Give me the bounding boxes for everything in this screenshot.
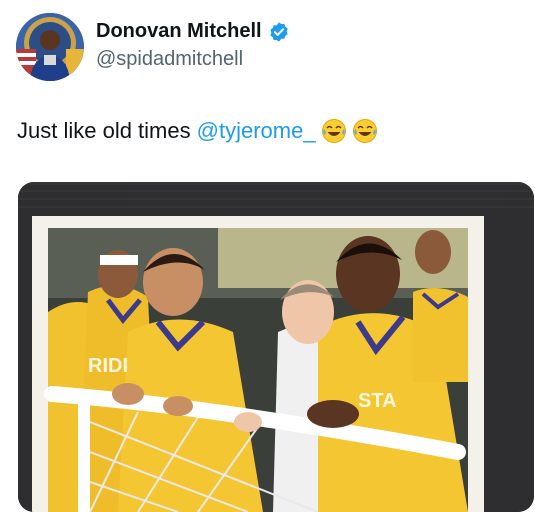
mention-link[interactable]: @tyjerome_: [197, 118, 316, 144]
tweet-card: Donovan Mitchell @spidadmitchell Just li…: [0, 0, 535, 512]
author-name-row: Donovan Mitchell: [96, 20, 290, 43]
author-display-name[interactable]: Donovan Mitchell: [96, 20, 262, 43]
avatar-image: [16, 13, 84, 81]
jersey-lettering: STA: [358, 390, 397, 412]
author-avatar[interactable]: [16, 13, 84, 81]
face-with-tears-of-joy-icon: [352, 118, 378, 144]
photo-image: RIDI STA: [18, 182, 534, 512]
tweet-photo[interactable]: RIDI STA: [18, 182, 534, 512]
face-with-tears-of-joy-icon: [321, 118, 347, 144]
tweet-text: Just like old times: [17, 118, 191, 143]
jersey-lettering: RIDI: [88, 355, 128, 377]
author-handle[interactable]: @spidadmitchell: [96, 48, 243, 71]
tweet-body: Just like old times @tyjerome_: [17, 118, 378, 144]
verified-badge-icon: [268, 21, 290, 43]
